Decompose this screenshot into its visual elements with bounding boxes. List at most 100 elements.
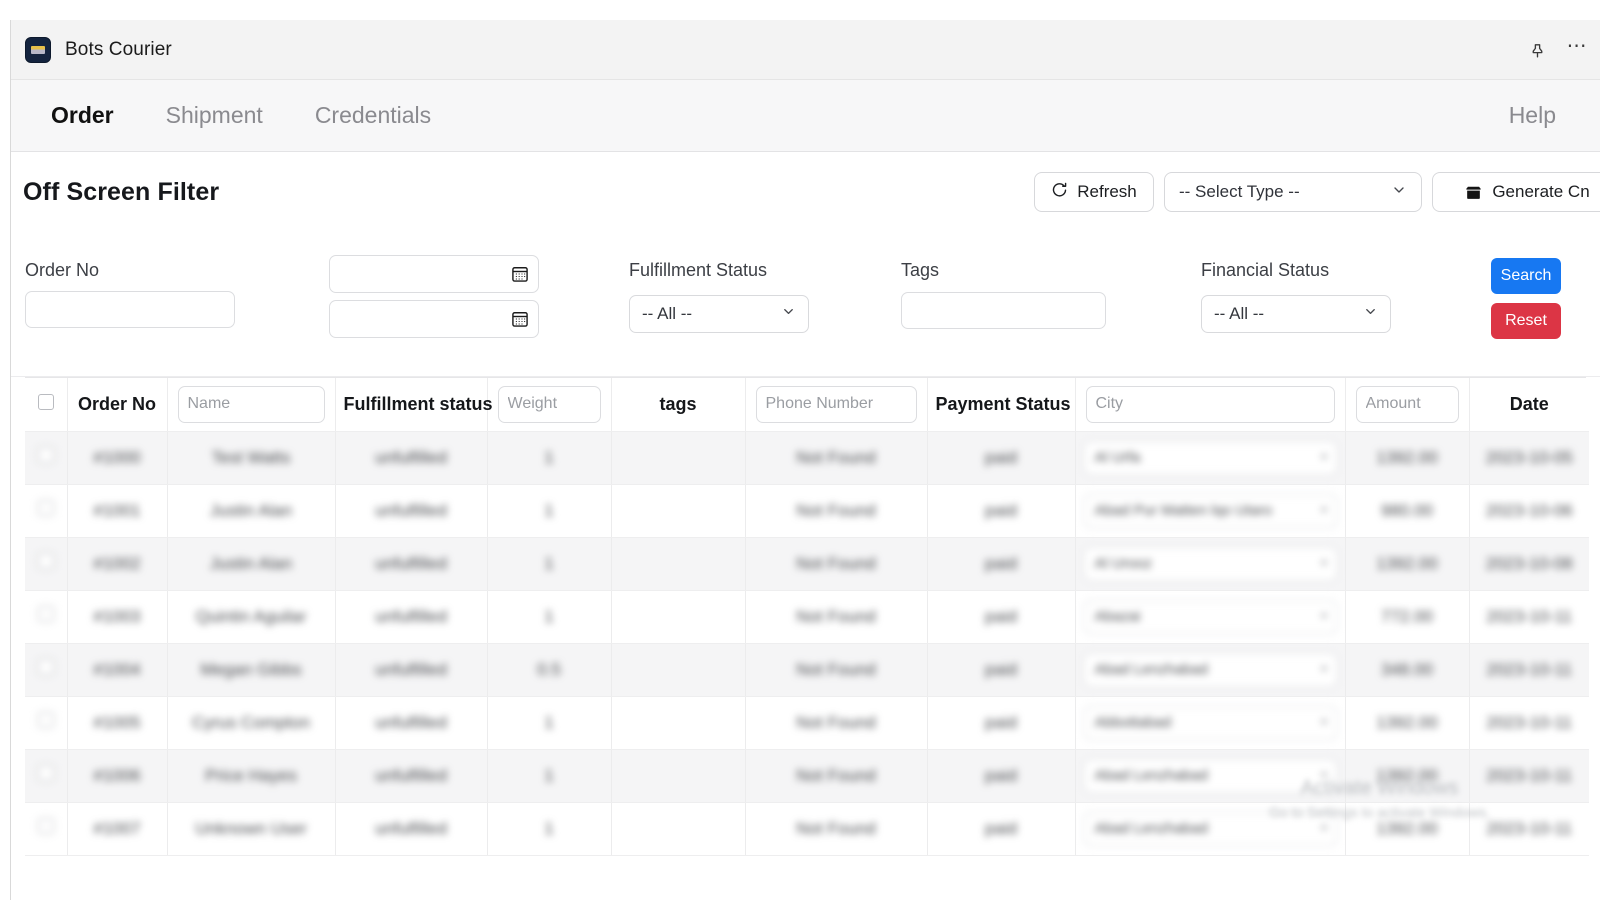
titlebar-actions: ⋯ [1524, 20, 1590, 80]
checkbox-icon[interactable] [38, 553, 54, 569]
cell-phone_number: Not Found [745, 537, 927, 590]
city-select[interactable]: Abad Lenzhabad▾ [1084, 812, 1337, 846]
refresh-button[interactable]: Refresh [1034, 172, 1154, 212]
cell-amount: 980.00 [1345, 484, 1469, 537]
cell-fulfillment_status: unfulfilled [335, 749, 487, 802]
row-select-checkbox[interactable] [25, 590, 67, 643]
column-filter-name[interactable] [167, 378, 335, 431]
cell-phone_number: Not Found [745, 696, 927, 749]
row-select-checkbox[interactable] [25, 537, 67, 590]
cell-payment_status: paid [927, 537, 1075, 590]
cell-city[interactable]: Abad Lenzhabad▾ [1075, 749, 1345, 802]
cell-fulfillment_status: unfulfilled [335, 696, 487, 749]
application-root: Bots Courier ⋯ Order Shipment Credential… [0, 0, 1600, 900]
column-filter-input-city[interactable] [1086, 386, 1335, 423]
cell-city[interactable]: Abbottabad▾ [1075, 696, 1345, 749]
row-select-checkbox[interactable] [25, 749, 67, 802]
window-titlebar: Bots Courier ⋯ [11, 20, 1600, 80]
orders-table-head: Order NoFulfillment statustagsPayment St… [25, 378, 1589, 431]
table-row[interactable]: #1000Test Wattsunfulfilled1Not Foundpaid… [25, 431, 1589, 484]
search-button[interactable]: Search [1491, 258, 1561, 294]
select-type-value: -- Select Type -- [1179, 182, 1300, 202]
cell-name: Justin Alan [167, 484, 335, 537]
checkbox-icon[interactable] [38, 818, 54, 834]
city-select[interactable]: Al Urfa▾ [1084, 441, 1337, 475]
cell-date: 2023-10-11 [1469, 802, 1589, 855]
help-link[interactable]: Help [1509, 102, 1556, 129]
financial-status-value: -- All -- [1214, 304, 1264, 324]
tab-order[interactable]: Order [51, 102, 114, 129]
column-filter-city[interactable] [1075, 378, 1345, 431]
refresh-icon [1051, 181, 1068, 203]
table-row[interactable]: #1007Unknown Userunfulfilled1Not Foundpa… [25, 802, 1589, 855]
checkbox-icon[interactable] [38, 712, 54, 728]
cell-city[interactable]: Abad Lenzhabad▾ [1075, 643, 1345, 696]
cell-weight: 1 [487, 749, 611, 802]
city-select[interactable]: Al Urooz▾ [1084, 547, 1337, 581]
column-filter-input-name[interactable] [178, 386, 325, 423]
tab-credentials[interactable]: Credentials [315, 102, 431, 129]
row-select-checkbox[interactable] [25, 643, 67, 696]
chevron-down-icon: ▾ [1321, 505, 1326, 516]
cell-city[interactable]: Al Urooz▾ [1075, 537, 1345, 590]
row-select-checkbox[interactable] [25, 484, 67, 537]
ellipsis-icon[interactable]: ⋯ [1564, 37, 1590, 63]
cell-city[interactable]: Abad Lenzhabad▾ [1075, 802, 1345, 855]
city-select[interactable]: Abbottabad▾ [1084, 706, 1337, 740]
city-select[interactable]: Abad Lenzhabad▾ [1084, 759, 1337, 793]
column-filter-input-amount[interactable] [1356, 386, 1459, 423]
tags-input[interactable] [901, 292, 1106, 329]
table-row[interactable]: #1003Quintin Aguilarunfulfilled1Not Foun… [25, 590, 1589, 643]
cell-weight: 1 [487, 590, 611, 643]
checkbox-icon[interactable] [38, 394, 54, 410]
reset-button[interactable]: Reset [1491, 303, 1561, 339]
row-select-checkbox[interactable] [25, 696, 67, 749]
cell-city[interactable]: Abad Pur Matten lqo Utaro▾ [1075, 484, 1345, 537]
table-row[interactable]: #1006Price Hayesunfulfilled1Not Foundpai… [25, 749, 1589, 802]
generate-cn-button[interactable]: Generate Cn [1432, 172, 1600, 212]
city-select-value: Abad Lenzhabad [1095, 820, 1208, 837]
column-filter-phone_number[interactable] [745, 378, 927, 431]
financial-status-select[interactable]: -- All -- [1201, 295, 1391, 333]
fulfillment-status-select[interactable]: -- All -- [629, 295, 809, 333]
city-select[interactable]: Abad Pur Matten lqo Utaro▾ [1084, 494, 1337, 528]
date-from-input[interactable] [329, 255, 539, 293]
city-select[interactable]: Abad Lenzhabad▾ [1084, 653, 1337, 687]
checkbox-icon[interactable] [38, 500, 54, 516]
cell-order_no: #1002 [67, 537, 167, 590]
order-no-input[interactable] [25, 291, 235, 328]
row-select-checkbox[interactable] [25, 431, 67, 484]
cell-name: Price Hayes [167, 749, 335, 802]
header-toolbar: Refresh -- Select Type -- [1034, 172, 1600, 212]
city-select[interactable]: Abazai▾ [1084, 600, 1337, 634]
cell-amount: 1392.00 [1345, 431, 1469, 484]
date-to-input[interactable] [329, 300, 539, 338]
checkbox-icon[interactable] [38, 606, 54, 622]
cell-date: 2023-10-05 [1469, 431, 1589, 484]
chevron-down-icon [781, 304, 796, 324]
column-filter-input-phone_number[interactable] [756, 386, 917, 423]
table-row[interactable]: #1001Justin Alanunfulfilled1Not Foundpai… [25, 484, 1589, 537]
checkbox-icon[interactable] [38, 659, 54, 675]
checkbox-icon[interactable] [38, 447, 54, 463]
column-filter-input-weight[interactable] [498, 386, 601, 423]
tab-shipment[interactable]: Shipment [166, 102, 263, 129]
table-row[interactable]: #1004Megan Gibbsunfulfilled0.5Not Foundp… [25, 643, 1589, 696]
main-navigation: Order Shipment Credentials Help [11, 80, 1600, 152]
row-select-checkbox[interactable] [25, 802, 67, 855]
column-filter-weight[interactable] [487, 378, 611, 431]
cell-amount: 1392.00 [1345, 749, 1469, 802]
select-type-dropdown[interactable]: -- Select Type -- [1164, 172, 1422, 212]
cell-order_no: #1001 [67, 484, 167, 537]
select-all-checkbox[interactable] [25, 378, 67, 431]
financial-status-label: Financial Status [1201, 260, 1329, 281]
table-row[interactable]: #1002Justin Alanunfulfilled1Not Foundpai… [25, 537, 1589, 590]
checkbox-icon[interactable] [38, 765, 54, 781]
cell-city[interactable]: Abazai▾ [1075, 590, 1345, 643]
column-header-tags: tags [611, 378, 745, 431]
column-filter-amount[interactable] [1345, 378, 1469, 431]
cell-city[interactable]: Al Urfa▾ [1075, 431, 1345, 484]
pin-icon[interactable] [1524, 37, 1550, 63]
cell-amount: 348.00 [1345, 643, 1469, 696]
table-row[interactable]: #1005Cyrus Comptonunfulfilled1Not Foundp… [25, 696, 1589, 749]
